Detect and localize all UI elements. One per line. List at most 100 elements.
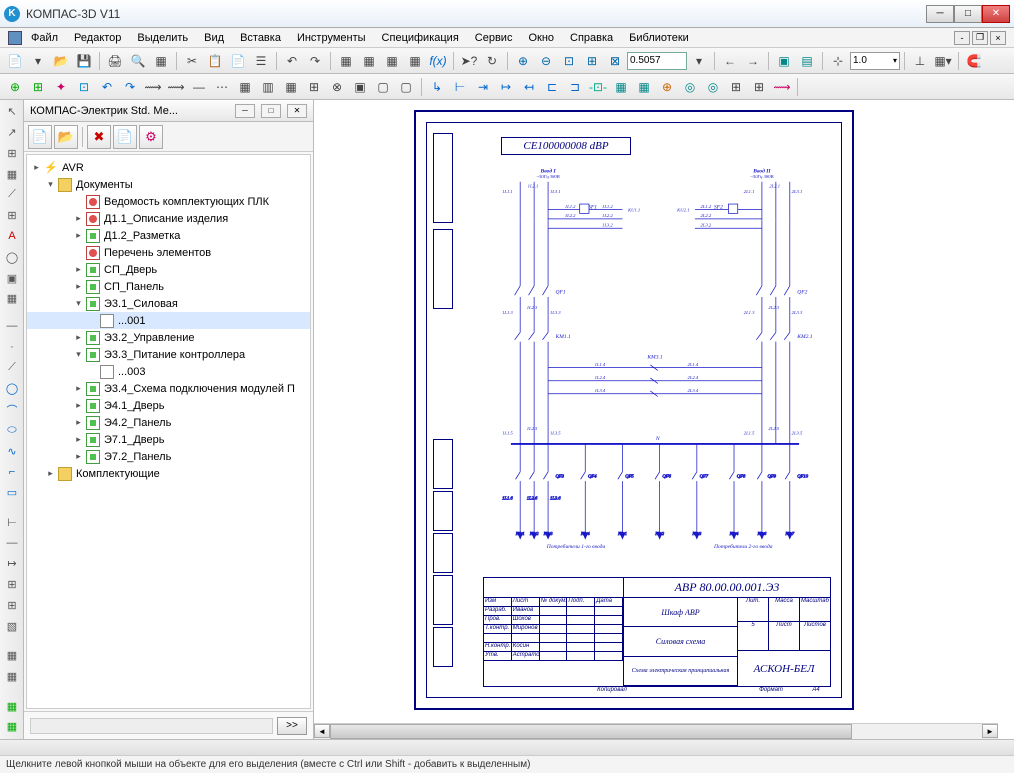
save-icon[interactable]: 💾: [73, 50, 95, 72]
rt-d4[interactable]: ⊞: [2, 575, 22, 595]
rt-2[interactable]: ↗: [2, 123, 22, 143]
mdi-close[interactable]: ×: [990, 31, 1006, 45]
menu-file[interactable]: Файл: [24, 30, 65, 46]
lib2-icon[interactable]: ▦: [358, 50, 380, 72]
rt-x2[interactable]: ▦: [2, 667, 22, 687]
rt-10[interactable]: ▦: [2, 289, 22, 309]
rt-ell[interactable]: ⬭: [2, 420, 22, 440]
rt-aux[interactable]: ⟋: [2, 358, 22, 378]
paste-icon[interactable]: 📄: [227, 50, 249, 72]
magnet-icon[interactable]: 🧲: [963, 50, 985, 72]
rt-8[interactable]: ◯: [2, 247, 22, 267]
pt-open[interactable]: 📂: [54, 125, 78, 149]
rt-y2[interactable]: ▦: [2, 717, 22, 737]
maximize-button[interactable]: □: [954, 5, 982, 23]
tree-item[interactable]: ...001: [27, 312, 310, 329]
w3-icon[interactable]: ⇥: [472, 76, 494, 98]
close-button[interactable]: ✕: [982, 5, 1010, 23]
e13-icon[interactable]: ▦: [280, 76, 302, 98]
rt-1[interactable]: ↖: [2, 102, 22, 122]
menu-spec[interactable]: Спецификация: [375, 30, 466, 46]
tree-item[interactable]: Перечень элементов: [27, 244, 310, 261]
rt-3[interactable]: ⊞: [2, 144, 22, 164]
w9-icon[interactable]: ▦: [610, 76, 632, 98]
e1-icon[interactable]: ⊕: [4, 76, 26, 98]
tree-item[interactable]: ▸Э4.1_Дверь: [27, 397, 310, 414]
mdi-restore[interactable]: ❐: [972, 31, 988, 45]
rt-4[interactable]: ▦: [2, 164, 22, 184]
e18-icon[interactable]: ▢: [395, 76, 417, 98]
nav-right-icon[interactable]: →: [742, 50, 764, 72]
redo2-icon[interactable]: ↻: [481, 50, 503, 72]
rt-6[interactable]: ⊞: [2, 206, 22, 226]
e15-icon[interactable]: ⊗: [326, 76, 348, 98]
panel-min[interactable]: ─: [235, 104, 255, 118]
w5-icon[interactable]: ↤: [518, 76, 540, 98]
rt-5[interactable]: ⟋: [2, 185, 22, 205]
e2-icon[interactable]: ⊞: [27, 76, 49, 98]
tree-item[interactable]: ▸Э7.1_Дверь: [27, 431, 310, 448]
w4-icon[interactable]: ↦: [495, 76, 517, 98]
lib-icon[interactable]: ▦: [335, 50, 357, 72]
rt-d6[interactable]: ▧: [2, 616, 22, 636]
menu-window[interactable]: Окно: [521, 30, 561, 46]
tree-item[interactable]: ▸Д1.1_Описание изделия: [27, 210, 310, 227]
w1-icon[interactable]: ↳: [426, 76, 448, 98]
drawing-canvas[interactable]: СЕ100000008 dBP Ввод I ~50Гц 380В Ввод I…: [314, 100, 1014, 739]
e17-icon[interactable]: ▢: [372, 76, 394, 98]
tree-root[interactable]: ▸ ⚡ AVR: [27, 159, 310, 176]
orto-icon[interactable]: ⊥: [909, 50, 931, 72]
redo-icon[interactable]: ↷: [304, 50, 326, 72]
rt-d3[interactable]: ↦: [2, 554, 22, 574]
e11-icon[interactable]: ▦: [234, 76, 256, 98]
tree-item[interactable]: ▸СП_Дверь: [27, 261, 310, 278]
print-icon[interactable]: 🖨: [104, 50, 126, 72]
rt-circ[interactable]: ◯: [2, 379, 22, 399]
preview-icon[interactable]: 🔍: [127, 50, 149, 72]
props-icon[interactable]: ☰: [250, 50, 272, 72]
tree-item[interactable]: ▾Э3.1_Силовая: [27, 295, 310, 312]
w2-icon[interactable]: ⊢: [449, 76, 471, 98]
new-icon[interactable]: 📄: [4, 50, 26, 72]
lib4-icon[interactable]: ▦: [404, 50, 426, 72]
w16-icon[interactable]: ⟿: [771, 76, 793, 98]
w7-icon[interactable]: ⊐: [564, 76, 586, 98]
zoom-fit-icon[interactable]: ⊠: [604, 50, 626, 72]
tree-item[interactable]: ▸Э7.2_Панель: [27, 448, 310, 465]
project-tree[interactable]: ▸ ⚡ AVR ▾ Документы Ведомость комплектую…: [26, 154, 311, 709]
menu-insert[interactable]: Вставка: [233, 30, 288, 46]
e8-icon[interactable]: ⟿: [165, 76, 187, 98]
w12-icon[interactable]: ◎: [679, 76, 701, 98]
w8-icon[interactable]: -⊡-: [587, 76, 609, 98]
snap-icon[interactable]: ⊹: [827, 50, 849, 72]
zoom-value-input[interactable]: [627, 52, 687, 70]
open-icon[interactable]: 📂: [50, 50, 72, 72]
rt-9[interactable]: ▣: [2, 268, 22, 288]
doc-icon[interactable]: ▦: [150, 50, 172, 72]
rt-spl[interactable]: ∿: [2, 441, 22, 461]
dropdown-icon[interactable]: ▾: [27, 50, 49, 72]
e6-icon[interactable]: ↷: [119, 76, 141, 98]
tree-item[interactable]: ▸Д1.2_Разметка: [27, 227, 310, 244]
w13-icon[interactable]: ◎: [702, 76, 724, 98]
tree-item[interactable]: ▸Э3.4_Схема подключения модулей П: [27, 380, 310, 397]
fx-icon[interactable]: f(x): [427, 50, 449, 72]
undo-icon[interactable]: ↶: [281, 50, 303, 72]
zoom-sel-icon[interactable]: ⊞: [581, 50, 603, 72]
rt-cha[interactable]: ⌐: [2, 462, 22, 482]
menu-select[interactable]: Выделить: [130, 30, 195, 46]
menu-libs[interactable]: Библиотеки: [622, 30, 696, 46]
zoom-dd-icon[interactable]: ▾: [688, 50, 710, 72]
panel-hscroll[interactable]: [30, 718, 273, 734]
e3-icon[interactable]: ✦: [50, 76, 72, 98]
zoom-in-icon[interactable]: ⊕: [512, 50, 534, 72]
layer2-icon[interactable]: ▤: [796, 50, 818, 72]
menu-view[interactable]: Вид: [197, 30, 231, 46]
scale-combo[interactable]: 1.0▾: [850, 52, 900, 70]
w6-icon[interactable]: ⊏: [541, 76, 563, 98]
w15-icon[interactable]: ⊞: [748, 76, 770, 98]
canvas-hscroll[interactable]: ◄ ►: [314, 723, 998, 739]
e4-icon[interactable]: ⊡: [73, 76, 95, 98]
zoom-win-icon[interactable]: ⊡: [558, 50, 580, 72]
rt-7[interactable]: A: [2, 227, 22, 247]
